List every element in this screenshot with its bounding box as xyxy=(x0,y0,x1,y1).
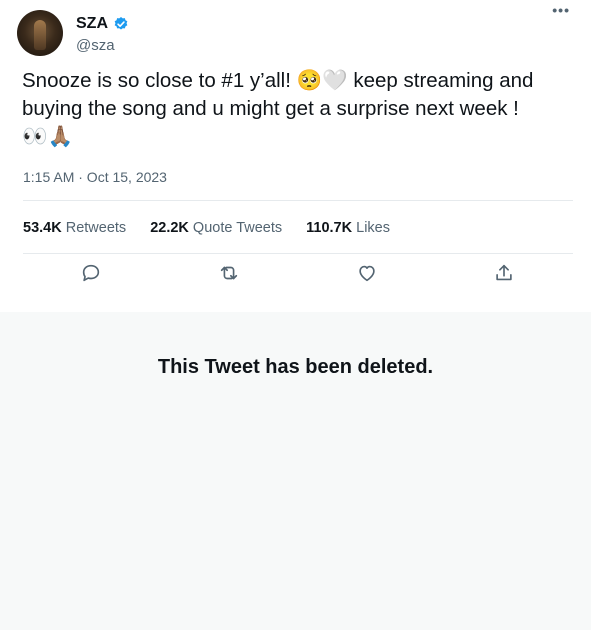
retweet-button[interactable] xyxy=(218,262,242,286)
quotes-label: Quote Tweets xyxy=(192,220,283,236)
likes-stat[interactable]: 110.7K Likes xyxy=(306,220,390,236)
likes-count: 110.7K xyxy=(306,220,353,236)
share-button[interactable] xyxy=(493,262,517,286)
retweets-stat[interactable]: 53.4K Retweets xyxy=(23,220,126,236)
action-bar xyxy=(0,262,591,292)
tweet-timestamp[interactable]: 1:15 AM · Oct 15, 2023 xyxy=(23,169,167,185)
tweet-card: SZA @sza ••• Snooze is so close to #1 y’… xyxy=(0,0,591,312)
like-button[interactable] xyxy=(356,262,380,286)
quotes-count: 22.2K xyxy=(150,220,189,236)
quotes-stat[interactable]: 22.2K Quote Tweets xyxy=(150,220,282,236)
divider xyxy=(23,200,573,201)
avatar[interactable] xyxy=(17,10,63,56)
more-icon[interactable]: ••• xyxy=(552,2,570,18)
retweet-icon xyxy=(220,266,238,280)
verified-icon xyxy=(114,17,128,30)
divider xyxy=(23,253,573,254)
like-icon xyxy=(359,265,375,282)
deleted-notice: This Tweet has been deleted. xyxy=(157,356,434,378)
author-handle[interactable]: @sza xyxy=(76,37,115,54)
likes-label: Likes xyxy=(356,220,390,236)
retweets-label: Retweets xyxy=(65,220,127,236)
reply-icon xyxy=(82,264,100,282)
tweet-text: Snooze is so close to #1 y’all! 🥺🤍 keep … xyxy=(22,69,534,148)
retweets-count: 53.4K xyxy=(23,220,62,236)
author-name-row[interactable]: SZA xyxy=(76,15,129,33)
reply-button[interactable] xyxy=(80,262,104,286)
share-icon xyxy=(496,264,512,281)
deleted-tweet-area: This Tweet has been deleted. xyxy=(0,312,591,630)
engagement-stats: 53.4K Retweets 22.2K Quote Tweets 110.7K… xyxy=(23,220,390,236)
author-name[interactable]: SZA xyxy=(76,15,108,33)
